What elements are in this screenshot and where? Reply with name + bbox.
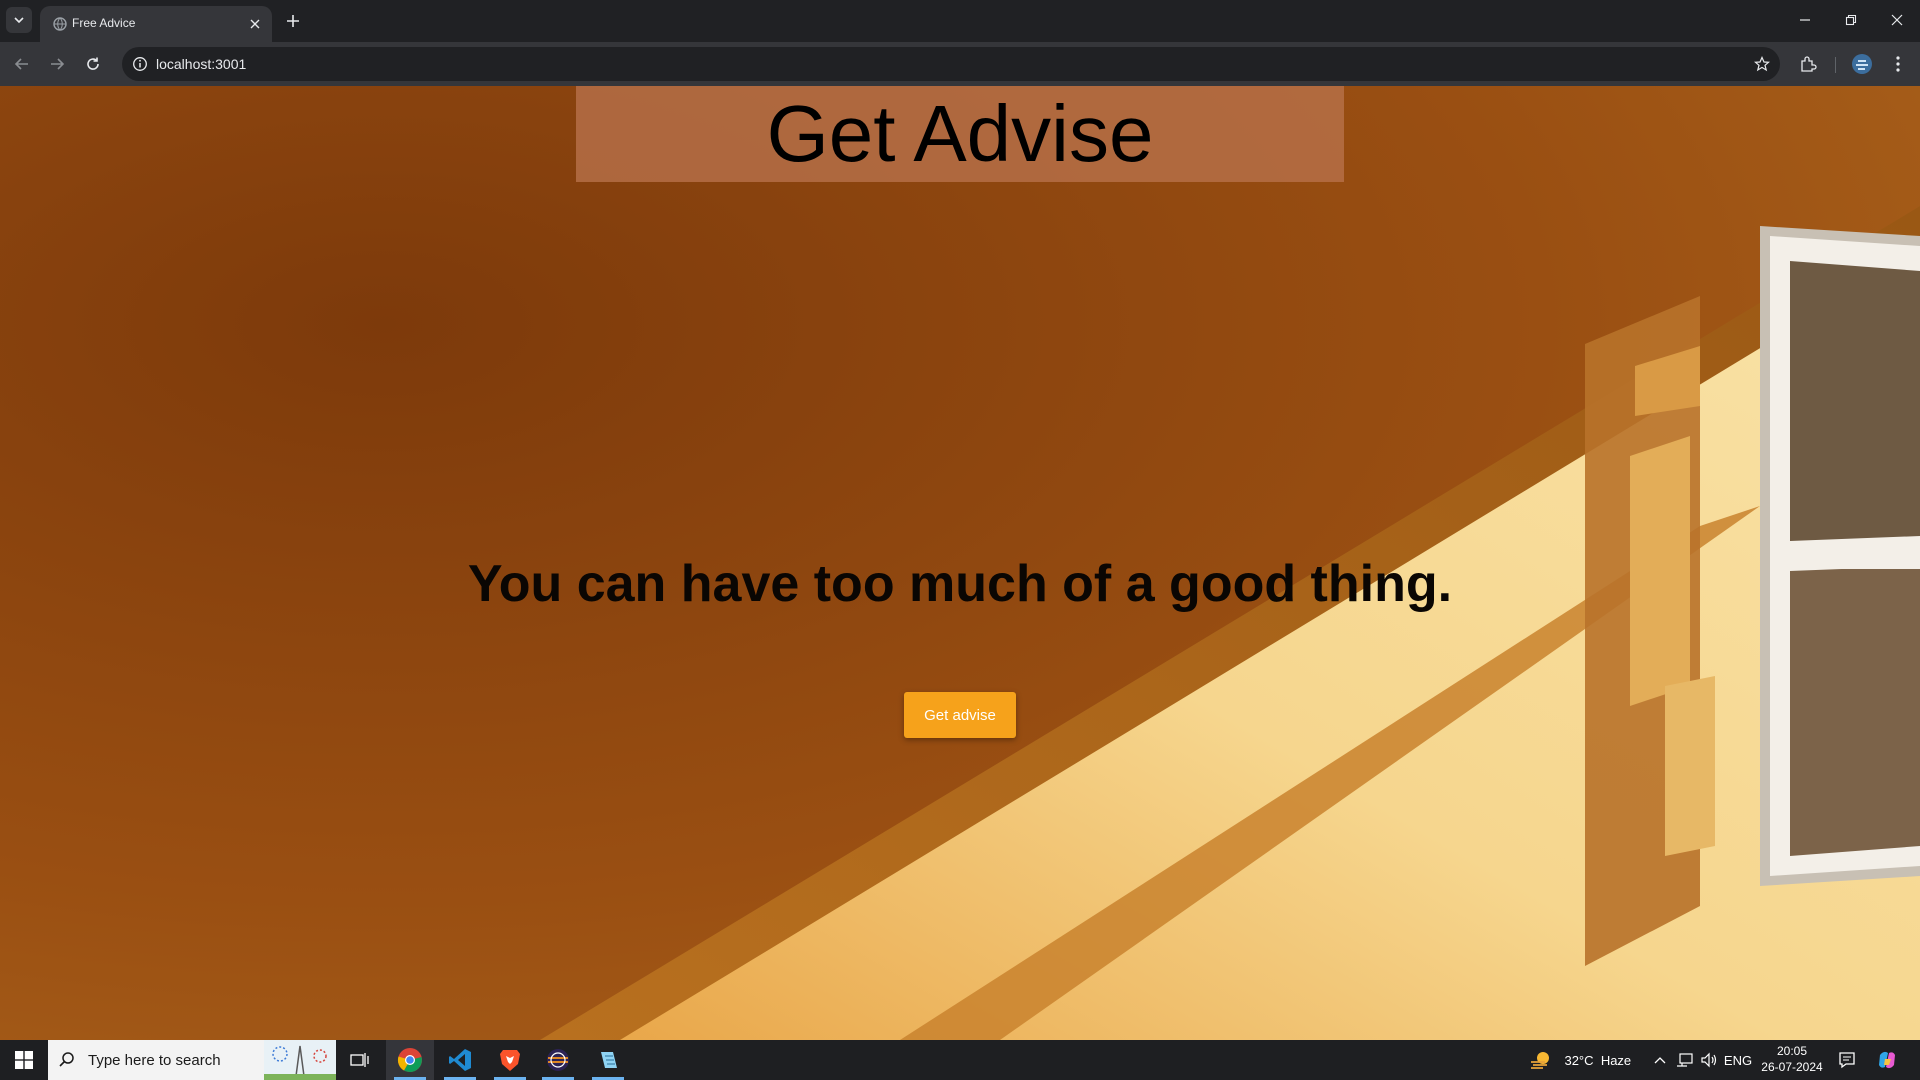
- chevron-down-icon: [14, 17, 24, 24]
- back-arrow-icon[interactable]: [9, 51, 35, 77]
- copilot-icon[interactable]: [1872, 1040, 1902, 1080]
- chrome-icon[interactable]: [386, 1040, 434, 1080]
- tab-title: Free Advice: [72, 16, 136, 30]
- advice-text: You can have too much of a good thing.: [467, 555, 1453, 613]
- brave-icon[interactable]: [486, 1040, 534, 1080]
- browser-toolbar: localhost:3001: [0, 42, 1920, 86]
- restore-icon[interactable]: [1828, 0, 1874, 40]
- close-window-icon[interactable]: [1874, 0, 1920, 40]
- task-view-icon[interactable]: [336, 1040, 384, 1080]
- weather-icon[interactable]: [1526, 1040, 1556, 1080]
- url-text: localhost:3001: [156, 56, 247, 72]
- clock-date: 26-07-2024: [1761, 1060, 1823, 1074]
- tab-search-button[interactable]: [6, 7, 32, 33]
- network-icon[interactable]: [1674, 1040, 1696, 1080]
- chevron-up-icon[interactable]: [1650, 1040, 1670, 1080]
- weather-description[interactable]: Haze: [1598, 1040, 1634, 1080]
- tab-free-advice[interactable]: Free Advice: [40, 6, 272, 42]
- search-placeholder: Type here to search: [88, 1052, 221, 1069]
- page-title: Get Advise: [766, 89, 1154, 178]
- header-banner: Get Advise: [576, 86, 1344, 182]
- weather-temperature[interactable]: 32°C: [1560, 1040, 1598, 1080]
- reload-icon[interactable]: [80, 51, 106, 77]
- tab-close-icon[interactable]: [246, 15, 264, 33]
- bookmark-star-icon[interactable]: [1752, 54, 1772, 74]
- globe-icon: [53, 17, 67, 31]
- new-tab-icon[interactable]: [282, 10, 304, 32]
- clock-time: 20:05: [1776, 1044, 1808, 1058]
- address-bar[interactable]: localhost:3001: [122, 47, 1780, 81]
- toolbar-divider: [1835, 57, 1836, 73]
- minimize-icon[interactable]: [1782, 0, 1828, 40]
- vscode-icon[interactable]: [436, 1040, 484, 1080]
- get-advise-button[interactable]: Get advise: [904, 692, 1016, 738]
- volume-icon[interactable]: [1698, 1040, 1720, 1080]
- site-info-icon[interactable]: [130, 54, 150, 74]
- extensions-puzzle-icon[interactable]: [1797, 53, 1819, 75]
- windows-taskbar: Type here to search 32°C Haze ENG 20:05 …: [0, 1040, 1920, 1080]
- language-indicator[interactable]: ENG: [1722, 1040, 1754, 1080]
- eclipse-icon[interactable]: [534, 1040, 582, 1080]
- notepad-icon[interactable]: [584, 1040, 632, 1080]
- search-highlight-illustration: [264, 1040, 336, 1080]
- windows-start-icon[interactable]: [0, 1040, 48, 1080]
- tab-strip: Free Advice: [0, 0, 1920, 42]
- search-icon: [59, 1052, 74, 1067]
- notifications-icon[interactable]: [1834, 1040, 1860, 1080]
- forward-arrow-icon[interactable]: [44, 51, 70, 77]
- page-viewport: Get Advise You can have too much of a go…: [0, 86, 1920, 1040]
- taskbar-clock[interactable]: 20:05 26-07-2024: [1756, 1043, 1828, 1075]
- taskbar-search-box[interactable]: Type here to search: [48, 1040, 336, 1080]
- menu-kebab-icon[interactable]: [1887, 53, 1909, 75]
- profile-avatar-icon[interactable]: [1851, 53, 1873, 75]
